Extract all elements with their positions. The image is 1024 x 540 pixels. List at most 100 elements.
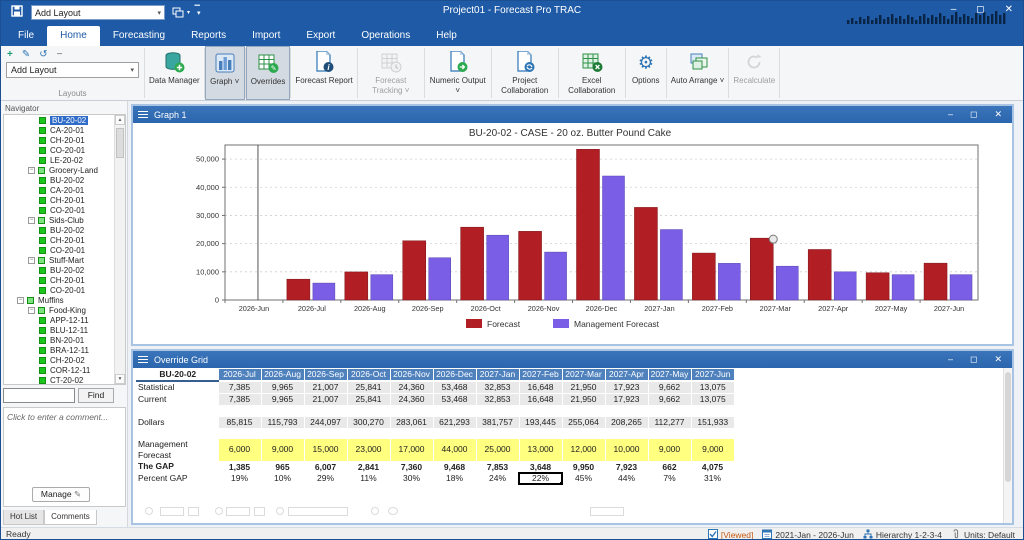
grid-cell[interactable]: 151,933	[691, 417, 734, 429]
nav-tab-hot-list[interactable]: Hot List	[3, 510, 44, 525]
grid-month-header[interactable]: 2026-Aug	[261, 369, 304, 381]
grid-month-header[interactable]: 2026-Oct	[347, 369, 390, 381]
grid-cell[interactable]: 244,097	[304, 417, 347, 429]
grid-cell[interactable]: 13,075	[691, 381, 734, 394]
grid-cell[interactable]: 18%	[433, 473, 476, 484]
overrides-button[interactable]: ✎Overrides	[246, 46, 291, 100]
graph-window-titlebar[interactable]: Graph 1 – ◻ ✕	[133, 106, 1012, 123]
grid-cell[interactable]: 24,360	[390, 394, 433, 406]
grid-cell[interactable]: 17,000	[390, 439, 433, 461]
grid-cell[interactable]: 7%	[648, 473, 691, 484]
grid-cell[interactable]: 44,000	[433, 439, 476, 461]
grid-cell[interactable]: 2,841	[347, 461, 390, 473]
find-button[interactable]: Find	[78, 388, 114, 403]
minimize-button[interactable]: –	[948, 354, 953, 365]
tree-item-bu-20-02[interactable]: BU-20-02	[4, 265, 125, 275]
grid-cell[interactable]: 13,075	[691, 394, 734, 406]
tree-item-ch-20-01[interactable]: CH-20-01	[4, 135, 125, 145]
tree-item-grocery-land[interactable]: −Grocery-Land	[4, 165, 125, 175]
tab-help[interactable]: Help	[423, 26, 470, 46]
grid-cell[interactable]: 9,965	[261, 381, 304, 394]
grid-cell[interactable]: 11%	[347, 473, 390, 484]
grid-vertical-scrollbar[interactable]	[1003, 368, 1012, 523]
window-menu-icon[interactable]	[138, 111, 148, 119]
grid-cell[interactable]: 16,648	[519, 381, 562, 394]
grid-month-header[interactable]: 2026-Jul	[218, 369, 261, 381]
undo-layout-icon[interactable]: ↺	[39, 49, 47, 60]
grid-cell[interactable]: 16,648	[519, 394, 562, 406]
grid-cell[interactable]: 19%	[218, 473, 261, 484]
grid-cell[interactable]: 13,000	[519, 439, 562, 461]
grid-cell[interactable]: 24,360	[390, 381, 433, 394]
grid-cell[interactable]: 112,277	[648, 417, 691, 429]
grid-cell[interactable]: 9,662	[648, 381, 691, 394]
maximize-button[interactable]: ◻	[970, 354, 977, 365]
tab-operations[interactable]: Operations	[348, 26, 423, 46]
grid-cell[interactable]: 3,648	[519, 461, 562, 473]
grid-cell[interactable]: 25,841	[347, 381, 390, 394]
tree-collapse-icon[interactable]: −	[28, 217, 35, 224]
minimize-button[interactable]: –	[948, 109, 953, 120]
tree-item-food-king[interactable]: −Food-King	[4, 305, 125, 315]
override-window-titlebar[interactable]: Override Grid – ◻ ✕	[133, 351, 1012, 368]
tree-item-co-20-01[interactable]: CO-20-01	[4, 145, 125, 155]
grid-cell[interactable]: 255,064	[562, 417, 605, 429]
grid-cell[interactable]: 300,270	[347, 417, 390, 429]
grid-cell[interactable]: 283,061	[390, 417, 433, 429]
grid-cell[interactable]: 24%	[476, 473, 519, 484]
grid-cell[interactable]: 621,293	[433, 417, 476, 429]
tree-collapse-icon[interactable]: −	[28, 307, 35, 314]
tab-forecasting[interactable]: Forecasting	[100, 26, 178, 46]
tree-item-bra-12-11[interactable]: BRA-12-11	[4, 345, 125, 355]
close-button[interactable]: ✕	[994, 109, 1002, 120]
grid-cell[interactable]: 9,000	[648, 439, 691, 461]
forecast-bar-chart[interactable]: BU-20-02 - CASE - 20 oz. Butter Pound Ca…	[133, 123, 1008, 341]
tab-import[interactable]: Import	[239, 26, 293, 46]
auto-arrange-button[interactable]: Auto Arrange ˅	[667, 46, 729, 100]
grid-cell[interactable]: 17,923	[605, 394, 648, 406]
tree-item-app-12-11[interactable]: APP-12-11	[4, 315, 125, 325]
grid-cell[interactable]: 381,757	[476, 417, 519, 429]
grid-cell[interactable]: 85,815	[218, 417, 261, 429]
numeric-output-button[interactable]: Numeric Output ˅	[425, 46, 491, 100]
grid-month-header[interactable]: 2026-Sep	[304, 369, 347, 381]
find-input[interactable]	[3, 388, 75, 403]
scroll-thumb[interactable]	[116, 128, 124, 158]
grid-cell[interactable]: 25,000	[476, 439, 519, 461]
override-grid-table[interactable]: BU-20-022026-Jul2026-Aug2026-Sep2026-Oct…	[136, 369, 734, 484]
grid-cell[interactable]: 7,923	[605, 461, 648, 473]
pager-control[interactable]	[145, 507, 153, 515]
scroll-up-icon[interactable]: ▲	[115, 115, 125, 125]
pager-control[interactable]	[215, 507, 223, 515]
grid-cell[interactable]: 4,075	[691, 461, 734, 473]
comments-panel[interactable]: Click to enter a comment... Manage ✎	[3, 407, 126, 507]
grid-cell[interactable]: 1,385	[218, 461, 261, 473]
data-manager-button[interactable]: Data Manager	[145, 46, 204, 100]
pager-control[interactable]	[276, 507, 284, 515]
grid-cell[interactable]: 7,853	[476, 461, 519, 473]
grid-cell[interactable]: 29%	[304, 473, 347, 484]
grid-bottom-controls[interactable]	[138, 506, 838, 518]
grid-cell[interactable]: 9,965	[261, 394, 304, 406]
grid-cell[interactable]: 21,007	[304, 394, 347, 406]
grid-cell[interactable]: 30%	[390, 473, 433, 484]
maximize-button[interactable]: ◻	[976, 4, 984, 15]
tree-item-cor-12-11[interactable]: COR-12-11	[4, 365, 125, 375]
grid-cell[interactable]: 45%	[562, 473, 605, 484]
grid-month-header[interactable]: 2026-Nov	[390, 369, 433, 381]
pager-control[interactable]	[288, 507, 348, 516]
grid-month-header[interactable]: 2027-Jun	[691, 369, 734, 381]
add-layout-icon[interactable]: +	[7, 49, 13, 60]
tree-item-bu-20-02[interactable]: BU-20-02	[4, 115, 125, 125]
grid-cell[interactable]: 208,265	[605, 417, 648, 429]
tree-item-bu-20-02[interactable]: BU-20-02	[4, 175, 125, 185]
pager-control[interactable]	[371, 507, 379, 515]
grid-cell[interactable]: 6,007	[304, 461, 347, 473]
grid-cell[interactable]: 7,360	[390, 461, 433, 473]
grid-cell[interactable]: 9,000	[691, 439, 734, 461]
tab-home[interactable]: Home	[47, 26, 100, 46]
grid-selected-cell[interactable]: 22%	[519, 473, 562, 484]
grid-cell[interactable]: 10,000	[605, 439, 648, 461]
maximize-button[interactable]: ◻	[970, 109, 977, 120]
tree-item-ca-20-01[interactable]: CA-20-01	[4, 185, 125, 195]
